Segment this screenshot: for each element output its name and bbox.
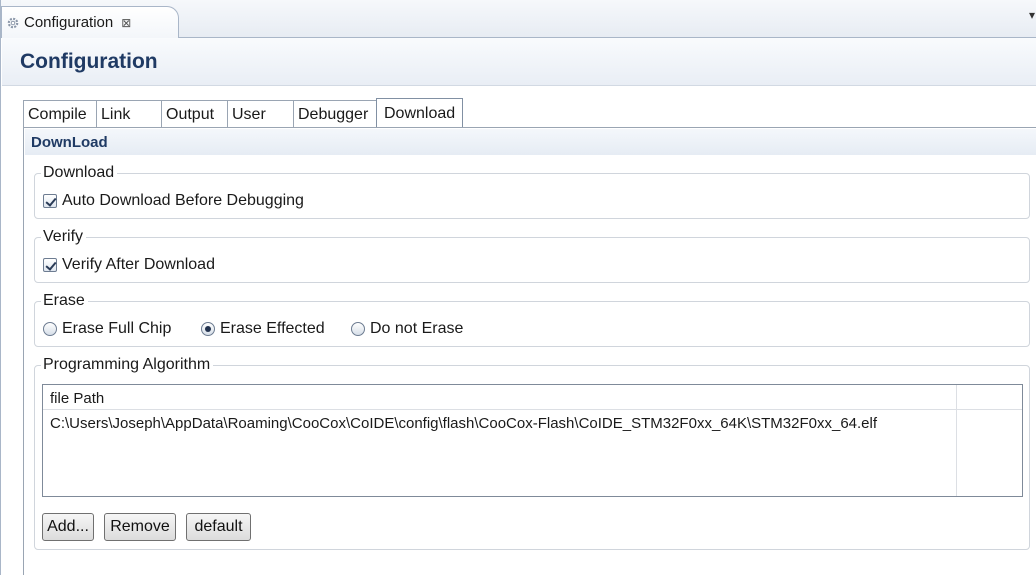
- tab-download[interactable]: Download: [376, 98, 464, 128]
- algorithm-table[interactable]: file Path C:\Users\Joseph\AppData\Roamin…: [42, 384, 1023, 497]
- verify-group: Verify Verify After Download: [34, 227, 1030, 283]
- download-group: Download Auto Download Before Debugging: [34, 163, 1030, 219]
- configuration-tabs: Compile Link Output User Debugger Downlo…: [23, 98, 464, 128]
- erase-effected-option[interactable]: Erase Effected: [201, 320, 351, 338]
- download-group-legend: Download: [41, 163, 118, 183]
- gear-icon: [6, 16, 20, 30]
- download-page: DownLoad Download Auto Download Before D…: [23, 127, 1036, 575]
- erase-full-chip-radio[interactable]: [43, 322, 57, 336]
- configuration-view-tab[interactable]: Configuration ⊠: [1, 6, 179, 38]
- page-title: Configuration: [20, 50, 158, 73]
- auto-download-option[interactable]: Auto Download Before Debugging: [43, 192, 304, 210]
- erase-full-chip-label[interactable]: Erase Full Chip: [62, 320, 171, 338]
- erase-group-legend: Erase: [41, 291, 88, 311]
- erase-effected-label[interactable]: Erase Effected: [220, 320, 325, 338]
- tab-link[interactable]: Link: [96, 100, 162, 128]
- column-header-extra[interactable]: [957, 385, 1022, 409]
- verify-checkbox[interactable]: [43, 258, 57, 272]
- tab-output[interactable]: Output: [161, 100, 228, 128]
- remove-button[interactable]: Remove: [104, 513, 176, 541]
- table-header: file Path: [43, 385, 1022, 410]
- view-tab-label: Configuration: [24, 14, 114, 31]
- view-menu-icon[interactable]: ▾: [1029, 8, 1035, 22]
- programming-algorithm-group: Programming Algorithm file Path C:\Users…: [34, 355, 1030, 550]
- do-not-erase-radio[interactable]: [351, 322, 365, 336]
- erase-group: Erase Erase Full Chip Erase Effected Do …: [34, 291, 1030, 347]
- verify-option[interactable]: Verify After Download: [43, 256, 215, 274]
- configuration-editor: Configuration ⊠ ▾ Configuration Compile …: [0, 0, 1036, 575]
- close-icon[interactable]: ⊠: [121, 16, 131, 30]
- erase-full-chip-option[interactable]: Erase Full Chip: [43, 320, 201, 338]
- view-tab-bar: Configuration ⊠ ▾: [1, 0, 1036, 38]
- do-not-erase-label[interactable]: Do not Erase: [370, 320, 463, 338]
- tab-debugger[interactable]: Debugger: [293, 100, 377, 128]
- section-title: DownLoad: [31, 134, 108, 151]
- tab-compile[interactable]: Compile: [23, 100, 97, 128]
- do-not-erase-option[interactable]: Do not Erase: [351, 320, 463, 338]
- auto-download-checkbox[interactable]: [43, 194, 57, 208]
- erase-effected-radio[interactable]: [201, 322, 215, 336]
- programming-algorithm-legend: Programming Algorithm: [41, 355, 214, 375]
- verify-group-legend: Verify: [41, 227, 87, 247]
- erase-options: Erase Full Chip Erase Effected Do not Er…: [43, 320, 463, 338]
- algorithm-buttons: Add... Remove default: [42, 513, 251, 541]
- tab-user[interactable]: User: [227, 100, 294, 128]
- auto-download-label[interactable]: Auto Download Before Debugging: [62, 192, 304, 210]
- add-button[interactable]: Add...: [42, 513, 94, 541]
- table-body: C:\Users\Joseph\AppData\Roaming\CooCox\C…: [43, 410, 1022, 496]
- default-button[interactable]: default: [186, 513, 251, 541]
- table-row[interactable]: C:\Users\Joseph\AppData\Roaming\CooCox\C…: [43, 413, 956, 435]
- column-header-file-path[interactable]: file Path: [43, 385, 957, 409]
- form-header: Configuration: [2, 38, 1036, 86]
- verify-label[interactable]: Verify After Download: [62, 256, 215, 274]
- section-header: DownLoad: [25, 129, 1036, 155]
- column-divider: [956, 410, 957, 496]
